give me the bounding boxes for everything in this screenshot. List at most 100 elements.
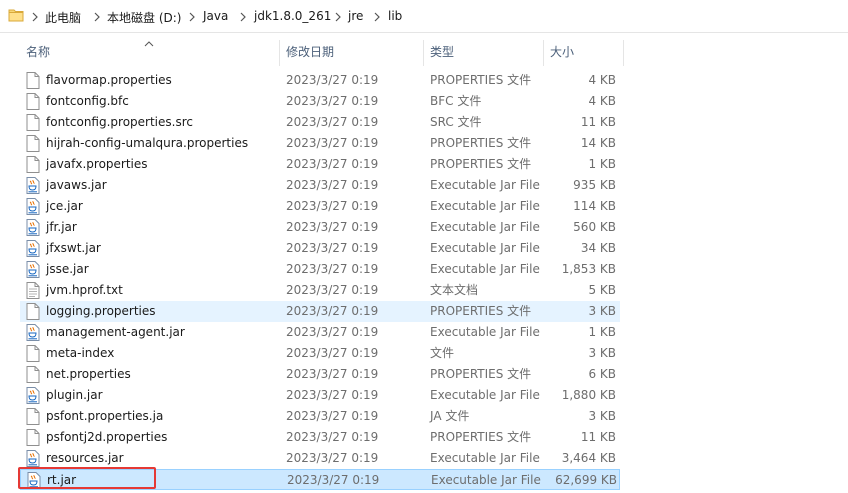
file-name: javaws.jar xyxy=(46,178,107,192)
file-date: 2023/3/27 0:19 xyxy=(286,94,379,108)
breadcrumb-local-disk-d[interactable]: 本地磁盘 (D:) xyxy=(107,9,181,26)
file-row[interactable]: jvm.hprof.txt 2023/3/27 0:19 文本文档 5 KB xyxy=(20,280,620,301)
file-type: BFC 文件 xyxy=(430,94,482,108)
document-icon xyxy=(26,72,40,89)
file-size: 935 KB xyxy=(573,178,616,192)
chevron-right-icon xyxy=(187,11,197,23)
file-row[interactable]: psfontj2d.properties 2023/3/27 0:19 PROPER… xyxy=(20,427,620,448)
file-size: 11 KB xyxy=(580,430,616,444)
file-date: 2023/3/27 0:19 xyxy=(286,304,379,318)
file-row[interactable]: plugin.jar 2023/3/27 0:19 Executable Jar F… xyxy=(20,385,620,406)
file-date: 2023/3/27 0:19 xyxy=(287,473,380,487)
file-size: 1 KB xyxy=(588,157,616,171)
jar-icon xyxy=(26,261,40,278)
file-row[interactable]: javaws.jar 2023/3/27 0:19 Executable Jar F… xyxy=(20,175,620,196)
document-icon xyxy=(26,114,40,131)
file-name: management-agent.jar xyxy=(46,325,185,339)
file-row[interactable]: net.properties 2023/3/27 0:19 PROPERTIES 文… xyxy=(20,364,620,385)
column-header-type[interactable]: 类型 xyxy=(424,38,542,66)
file-row[interactable]: jce.jar 2023/3/27 0:19 Executable Jar File… xyxy=(20,196,620,217)
document-icon xyxy=(26,408,40,425)
file-date: 2023/3/27 0:19 xyxy=(286,199,379,213)
file-date: 2023/3/27 0:19 xyxy=(286,325,379,339)
file-name: flavormap.properties xyxy=(46,73,172,87)
file-date: 2023/3/27 0:19 xyxy=(286,409,379,423)
jar-icon xyxy=(26,387,40,404)
column-header-size[interactable]: 大小 xyxy=(544,38,622,66)
breadcrumb-jre[interactable]: jre xyxy=(348,9,363,23)
file-size: 11 KB xyxy=(580,115,616,129)
address-bar[interactable]: 此电脑 本地磁盘 (D:) Java jdk1.8.0_261 jre lib xyxy=(0,0,848,33)
file-row[interactable]: fontconfig.bfc 2023/3/27 0:19 BFC 文件 4 KB xyxy=(20,91,620,112)
file-name: javafx.properties xyxy=(46,157,148,171)
document-icon xyxy=(26,135,40,152)
file-name: jfxswt.jar xyxy=(46,241,101,255)
file-name: fontconfig.bfc xyxy=(46,94,129,108)
file-row[interactable]: meta-index 2023/3/27 0:19 文件 3 KB xyxy=(20,343,620,364)
file-size: 1 KB xyxy=(588,325,616,339)
file-date: 2023/3/27 0:19 xyxy=(286,283,379,297)
file-size: 3 KB xyxy=(588,346,616,360)
file-row[interactable]: jfxswt.jar 2023/3/27 0:19 Executable Jar F… xyxy=(20,238,620,259)
file-row[interactable]: hijrah-config-umalqura.properties 2023/3/… xyxy=(20,133,620,154)
file-date: 2023/3/27 0:19 xyxy=(286,430,379,444)
breadcrumb-jdk[interactable]: jdk1.8.0_261 xyxy=(254,9,331,23)
file-row[interactable]: fontconfig.properties.src 2023/3/27 0:19 S… xyxy=(20,112,620,133)
file-date: 2023/3/27 0:19 xyxy=(286,136,379,150)
file-date: 2023/3/27 0:19 xyxy=(286,115,379,129)
file-type: SRC 文件 xyxy=(430,115,482,129)
file-row[interactable]: jsse.jar 2023/3/27 0:19 Executable Jar Fil… xyxy=(20,259,620,280)
file-row[interactable]: jfr.jar 2023/3/27 0:19 Executable Jar File… xyxy=(20,217,620,238)
file-type: 文本文档 xyxy=(430,283,479,297)
file-name: net.properties xyxy=(46,367,131,381)
file-type: JA 文件 xyxy=(430,409,470,423)
chevron-right-icon xyxy=(92,11,102,23)
file-date: 2023/3/27 0:19 xyxy=(286,262,379,276)
breadcrumb-java[interactable]: Java xyxy=(203,9,228,23)
breadcrumb-lib[interactable]: lib xyxy=(388,9,402,23)
file-type: Executable Jar File xyxy=(430,325,540,339)
file-row[interactable]: logging.properties 2023/3/27 0:19 PROPERTI… xyxy=(20,301,620,322)
file-name: jvm.hprof.txt xyxy=(46,283,123,297)
file-date: 2023/3/27 0:19 xyxy=(286,178,379,192)
annotation-highlight-box xyxy=(18,467,156,489)
file-type: PROPERTIES 文件 xyxy=(430,157,532,171)
file-row[interactable]: psfont.properties.ja 2023/3/27 0:19 JA 文件 3… xyxy=(20,406,620,427)
jar-icon xyxy=(26,198,40,215)
file-type: Executable Jar File xyxy=(430,451,540,465)
file-size: 34 KB xyxy=(580,241,616,255)
column-header-date[interactable]: 修改日期 xyxy=(280,38,422,66)
file-size: 3 KB xyxy=(588,304,616,318)
file-name: jsse.jar xyxy=(46,262,89,276)
file-name: psfontj2d.properties xyxy=(46,430,168,444)
jar-icon xyxy=(26,324,40,341)
file-row[interactable]: javafx.properties 2023/3/27 0:19 PROPERTIE… xyxy=(20,154,620,175)
file-type: PROPERTIES 文件 xyxy=(430,367,532,381)
file-type: Executable Jar File xyxy=(430,241,540,255)
file-type: PROPERTIES 文件 xyxy=(430,136,532,150)
chevron-right-icon xyxy=(30,11,40,23)
file-date: 2023/3/27 0:19 xyxy=(286,451,379,465)
file-name: fontconfig.properties.src xyxy=(46,115,193,129)
column-header-name[interactable]: 名称 xyxy=(20,38,278,66)
file-size: 114 KB xyxy=(573,199,616,213)
file-row[interactable]: management-agent.jar 2023/3/27 0:19 Execut… xyxy=(20,322,620,343)
file-row[interactable]: flavormap.properties 2023/3/27 0:19 PROPER… xyxy=(20,70,620,91)
document-icon xyxy=(26,366,40,383)
file-name: jce.jar xyxy=(46,199,83,213)
file-name: resources.jar xyxy=(46,451,124,465)
file-name: logging.properties xyxy=(46,304,156,318)
document-icon xyxy=(26,93,40,110)
file-type: PROPERTIES 文件 xyxy=(430,430,532,444)
file-name: jfr.jar xyxy=(46,220,77,234)
file-type: Executable Jar File xyxy=(430,388,540,402)
column-divider[interactable] xyxy=(623,40,624,66)
file-row[interactable]: resources.jar 2023/3/27 0:19 Executable Ja… xyxy=(20,448,620,469)
file-size: 14 KB xyxy=(580,136,616,150)
file-date: 2023/3/27 0:19 xyxy=(286,73,379,87)
file-name: hijrah-config-umalqura.properties xyxy=(46,136,249,150)
file-type: 文件 xyxy=(430,346,455,360)
breadcrumb-this-pc[interactable]: 此电脑 xyxy=(45,9,81,26)
document-icon xyxy=(26,345,40,362)
jar-icon xyxy=(26,240,40,257)
